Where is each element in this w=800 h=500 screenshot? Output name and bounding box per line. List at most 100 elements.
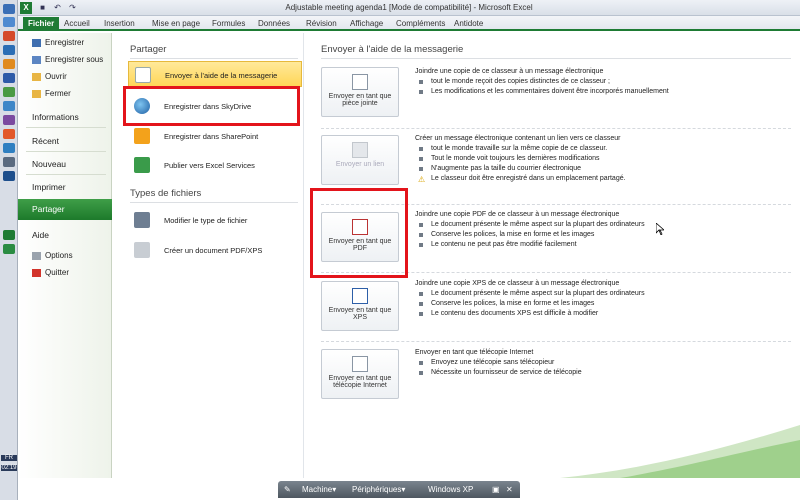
type-option-pdf-xps[interactable]: Créer un document PDF/XPS [128, 237, 302, 263]
file-types-title: Types de fichiers [130, 188, 202, 199]
fax-icon [352, 356, 368, 372]
app-launcher-icon[interactable] [3, 101, 15, 111]
clock: 02:19 [1, 465, 17, 471]
section-divider [130, 202, 298, 203]
nav-informations[interactable]: Informations [32, 112, 79, 122]
annotation-highlight-pdf [310, 188, 408, 278]
language-indicator[interactable]: FR [1, 455, 17, 461]
fax-description: Envoyer en tant que télécopie Internet E… [415, 349, 795, 379]
app-launcher-icon[interactable] [3, 4, 15, 14]
nav-imprimer[interactable]: Imprimer [32, 182, 66, 192]
list-item: Conserve les polices, la mise en forme e… [415, 231, 795, 238]
tab-accueil[interactable]: Accueil [64, 17, 90, 30]
send-xps-button[interactable]: Envoyer en tant que XPS [321, 281, 399, 331]
attachment-description: Joindre une copie de ce classeur à un me… [415, 68, 795, 98]
link-icon [352, 142, 368, 158]
save-as-icon [32, 56, 41, 64]
nav-enregistrer[interactable]: Enregistrer [18, 35, 112, 51]
open-folder-icon [32, 73, 41, 81]
nav-ouvrir[interactable]: Ouvrir [18, 69, 112, 85]
app-launcher-icon[interactable] [3, 171, 15, 181]
app-launcher-icon[interactable] [3, 157, 15, 167]
type-option-change-type[interactable]: Modifier le type de fichier [128, 207, 302, 233]
send-link-button[interactable]: Envoyer un lien [321, 135, 399, 185]
backstage-nav: Enregistrer Enregistrer sous Ouvrir Ferm… [18, 33, 118, 478]
list-item: Conserve les polices, la mise en forme e… [415, 300, 795, 307]
tab-complements[interactable]: Compléments [396, 17, 445, 30]
tab-insertion[interactable]: Insertion [104, 17, 135, 30]
window-title: Adjustable meeting agenda1 [Mode de comp… [285, 3, 533, 12]
os-quick-launch-strip: FR 02:19 [0, 0, 18, 500]
list-item: N'augmente pas la taille du courrier éle… [415, 165, 795, 172]
annotation-highlight-skydrive [123, 86, 300, 126]
nav-fermer[interactable]: Fermer [18, 86, 112, 102]
nav-aide[interactable]: Aide [32, 230, 49, 240]
list-item: Les modifications et les commentaires do… [415, 88, 795, 95]
list-item: Le document présente le même aspect sur … [415, 290, 795, 297]
warning-icon: ⚠ [418, 175, 426, 184]
app-launcher-icon[interactable] [3, 17, 15, 27]
app-launcher-icon[interactable] [3, 143, 15, 153]
nav-partager[interactable]: Partager [18, 199, 118, 220]
save-icon [32, 39, 41, 47]
excel-services-icon [134, 157, 150, 173]
attachment-icon [352, 74, 368, 90]
nav-quitter[interactable]: Quitter [18, 265, 112, 281]
list-item: tout le monde reçoit des copies distinct… [415, 78, 795, 85]
send-fax-button[interactable]: Envoyer en tant que télécopie Internet [321, 349, 399, 399]
exit-icon [32, 269, 41, 277]
close-icon[interactable]: ✕ [506, 481, 513, 498]
list-item: Le contenu des documents XPS est diffici… [415, 310, 795, 317]
tab-donnees[interactable]: Données [258, 17, 290, 30]
email-panel-title: Envoyer à l'aide de la messagerie [321, 44, 464, 55]
warning-message: ⚠ Le classeur doit être enregistré dans … [418, 175, 626, 184]
tab-mise-en-page[interactable]: Mise en page [152, 17, 200, 30]
nav-recent[interactable]: Récent [32, 136, 59, 146]
tab-revision[interactable]: Révision [306, 17, 337, 30]
machine-menu[interactable]: Machine▾ [302, 481, 336, 498]
send-attachment-button[interactable]: Envoyer en tant que pièce jointe [321, 67, 399, 117]
close-folder-icon [32, 90, 41, 98]
nav-divider [26, 127, 106, 128]
minimize-icon[interactable]: ▣ [492, 481, 500, 498]
tab-fichier[interactable]: Fichier [23, 17, 60, 30]
share-option-excel-services[interactable]: Publier vers Excel Services [128, 152, 302, 178]
tab-affichage[interactable]: Affichage [350, 17, 383, 30]
list-item: Envoyez une télécopie sans télécopieur [415, 359, 795, 366]
app-launcher-icon[interactable] [3, 115, 15, 125]
list-item: Tout le monde voit toujours les dernière… [415, 155, 795, 162]
share-option-email[interactable]: Envoyer à l'aide de la messagerie [128, 61, 302, 87]
change-type-icon [134, 212, 150, 228]
action-divider [321, 341, 791, 342]
taskbar-excel-icon[interactable] [3, 230, 15, 240]
app-launcher-icon[interactable] [3, 129, 15, 139]
peripheriques-menu[interactable]: Périphériques▾ [352, 481, 405, 498]
link-description: Créer un message électronique contenant … [415, 135, 795, 184]
ribbon-tab-bar: Fichier Accueil Insertion Mise en page F… [18, 16, 800, 31]
tab-formules[interactable]: Formules [212, 17, 245, 30]
xps-description: Joindre une copie XPS de ce classeur à u… [415, 280, 795, 320]
decorative-swoosh [560, 425, 800, 478]
pdf-xps-icon [134, 242, 150, 258]
mouse-cursor-icon [656, 223, 664, 235]
os-name-label: Windows XP [428, 485, 474, 494]
options-icon [32, 252, 41, 260]
tab-antidote[interactable]: Antidote [454, 17, 483, 30]
app-launcher-icon[interactable] [3, 31, 15, 41]
share-option-sharepoint[interactable]: Enregistrer dans SharePoint [128, 123, 302, 149]
share-section-title: Partager [130, 44, 167, 55]
app-launcher-icon[interactable] [3, 59, 15, 69]
nav-divider [26, 174, 106, 175]
app-launcher-icon[interactable] [3, 73, 15, 83]
nav-nouveau[interactable]: Nouveau [32, 159, 66, 169]
app-launcher-icon[interactable] [3, 45, 15, 55]
nav-enregistrer-sous[interactable]: Enregistrer sous [18, 52, 112, 68]
pin-icon[interactable]: ✎ [284, 481, 291, 498]
taskbar-excel-icon[interactable] [3, 244, 15, 254]
list-item: Le contenu ne peut pas être modifié faci… [415, 241, 795, 248]
action-divider [321, 128, 791, 129]
nav-options[interactable]: Options [18, 248, 112, 264]
xps-icon [352, 288, 368, 304]
app-launcher-icon[interactable] [3, 87, 15, 97]
nav-divider [26, 151, 106, 152]
